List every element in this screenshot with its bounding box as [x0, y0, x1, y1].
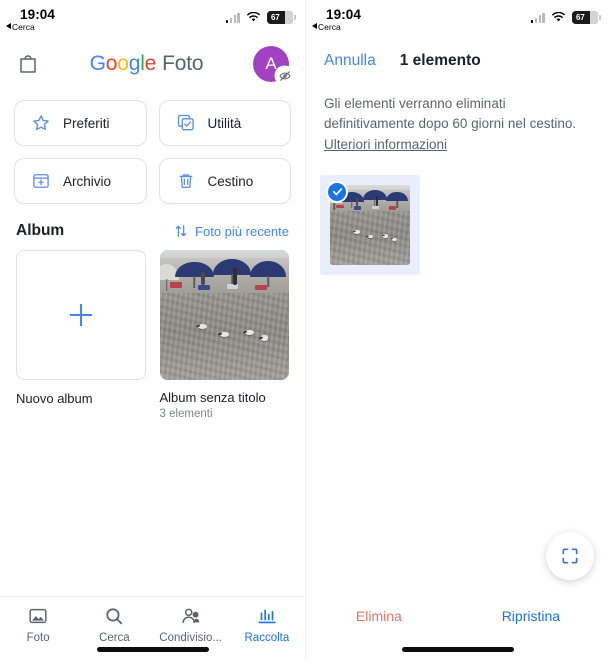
sort-arrows-icon: [175, 225, 187, 237]
wifi-icon: [246, 12, 261, 22]
logo-letter-g2: g: [128, 52, 141, 75]
people-icon: [182, 608, 199, 624]
check-circle-icon[interactable]: [326, 180, 348, 203]
album-thumbnail[interactable]: [159, 250, 289, 380]
utilities-checkbox-icon: [177, 114, 194, 131]
screen-trash-selection: 19:04 Cerca 67 Annulla 1 elemento Gli el…: [305, 0, 610, 660]
logo-product-name: Foto: [162, 52, 204, 75]
nav-item-condivisione[interactable]: Condivisio...: [153, 605, 229, 644]
status-back-indicator[interactable]: Cerca: [6, 22, 35, 32]
nav-item-cerca[interactable]: Cerca: [76, 605, 152, 644]
nav-item-foto[interactable]: Foto: [0, 605, 76, 644]
beach-photo: [159, 250, 289, 380]
status-indicators: 67: [225, 11, 296, 24]
learn-more-link[interactable]: Ulteriori informazioni: [324, 137, 447, 152]
logo-letter-o1: o: [105, 52, 118, 75]
quick-actions-grid: Preferiti Utilità Archivio Cestino: [0, 92, 305, 204]
nav-label: Foto: [26, 632, 50, 644]
album-grid: Nuovo album Album senza titolo 3 element…: [0, 250, 305, 420]
status-bar: 19:04 Cerca 67: [0, 0, 305, 36]
quick-action-cestino[interactable]: Cestino: [158, 158, 291, 204]
delete-button[interactable]: Elimina: [356, 608, 402, 624]
status-back-label: Cerca: [12, 22, 35, 32]
archive-box-icon: [33, 174, 49, 188]
library-icon: [258, 609, 276, 624]
album-cell-new[interactable]: Nuovo album: [16, 250, 146, 420]
bottom-navigation: Foto Cerca Condivisio... Raccolta: [0, 596, 305, 660]
home-indicator[interactable]: [402, 647, 514, 652]
nav-label: Cerca: [99, 632, 130, 644]
shopping-bag-icon[interactable]: [16, 52, 40, 76]
nav-item-raccolta[interactable]: Raccolta: [229, 605, 305, 644]
status-back-indicator[interactable]: Cerca: [312, 22, 341, 32]
google-photos-logo: Google Foto: [90, 52, 204, 76]
search-icon: [106, 608, 123, 625]
quick-action-label: Cestino: [207, 173, 254, 189]
album-item-count: 3 elementi: [159, 407, 213, 420]
battery-percent: 67: [576, 13, 585, 22]
quick-action-utilita[interactable]: Utilità: [158, 100, 291, 146]
album-cell-untitled[interactable]: Album senza titolo 3 elementi: [159, 250, 289, 420]
cellular-bars-icon: [225, 12, 240, 23]
retention-notice: Gli elementi verranno eliminati definiti…: [306, 86, 610, 155]
album-label: Album senza titolo: [159, 389, 266, 405]
quick-action-label: Utilità: [207, 115, 242, 131]
back-triangle-icon: [312, 23, 317, 29]
app-header: Google Foto A: [0, 36, 305, 92]
status-back-label: Cerca: [318, 22, 341, 32]
wifi-icon: [551, 12, 566, 22]
dual-screenshot: 19:04 Cerca 67 Google Foto A Preferiti U…: [0, 0, 610, 660]
album-sort-button[interactable]: Foto più recente: [173, 223, 289, 239]
quick-action-label: Preferiti: [63, 115, 110, 131]
album-sort-label: Foto più recente: [195, 223, 289, 239]
battery-icon: 67: [572, 11, 601, 24]
retention-notice-text: Gli elementi verranno eliminati definiti…: [324, 96, 577, 132]
battery-percent: 67: [271, 13, 280, 22]
plus-icon: [69, 303, 92, 326]
status-bar: 19:04 Cerca 67: [306, 0, 610, 36]
logo-letter-o2: o: [117, 52, 129, 75]
home-indicator[interactable]: [96, 647, 209, 652]
album-label: Nuovo album: [16, 390, 93, 406]
battery-empty-portion: [284, 11, 293, 24]
quick-action-preferiti[interactable]: Preferiti: [14, 100, 147, 146]
battery-empty-portion: [589, 11, 598, 24]
selection-count: 1 elemento: [399, 52, 481, 69]
status-time: 19:04: [20, 7, 56, 22]
lens-frame-icon: [562, 548, 578, 564]
album-section-header: Album Foto più recente: [0, 204, 305, 250]
status-indicators: 67: [530, 11, 601, 24]
nav-label: Raccolta: [244, 632, 290, 644]
album-section-title: Album: [16, 222, 65, 239]
quick-action-label: Archivio: [63, 173, 112, 189]
selection-action-bar: Elimina Ripristina: [306, 598, 610, 660]
logo-letter-g: G: [89, 52, 106, 75]
nav-label: Condivisio...: [159, 632, 222, 644]
cancel-button[interactable]: Annulla: [324, 52, 376, 70]
photo-icon: [29, 608, 47, 624]
battery-icon: 67: [267, 11, 296, 24]
lens-fab-button[interactable]: [546, 532, 594, 580]
selected-photo-tile[interactable]: [320, 174, 420, 275]
trash-icon: [179, 174, 192, 188]
quick-action-archivio[interactable]: Archivio: [14, 158, 147, 204]
star-icon: [33, 115, 49, 131]
logo-letter-e: e: [144, 52, 157, 75]
account-avatar-wrap[interactable]: A: [253, 46, 293, 84]
back-triangle-icon: [6, 23, 11, 29]
cellular-bars-icon: [530, 12, 545, 23]
status-time: 19:04: [326, 7, 362, 22]
restore-button[interactable]: Ripristina: [502, 608, 560, 624]
new-album-thumb[interactable]: [16, 250, 146, 380]
selection-header: Annulla 1 elemento: [306, 36, 610, 86]
eye-off-icon: [276, 67, 293, 84]
screen-library: 19:04 Cerca 67 Google Foto A Preferiti U…: [0, 0, 305, 660]
